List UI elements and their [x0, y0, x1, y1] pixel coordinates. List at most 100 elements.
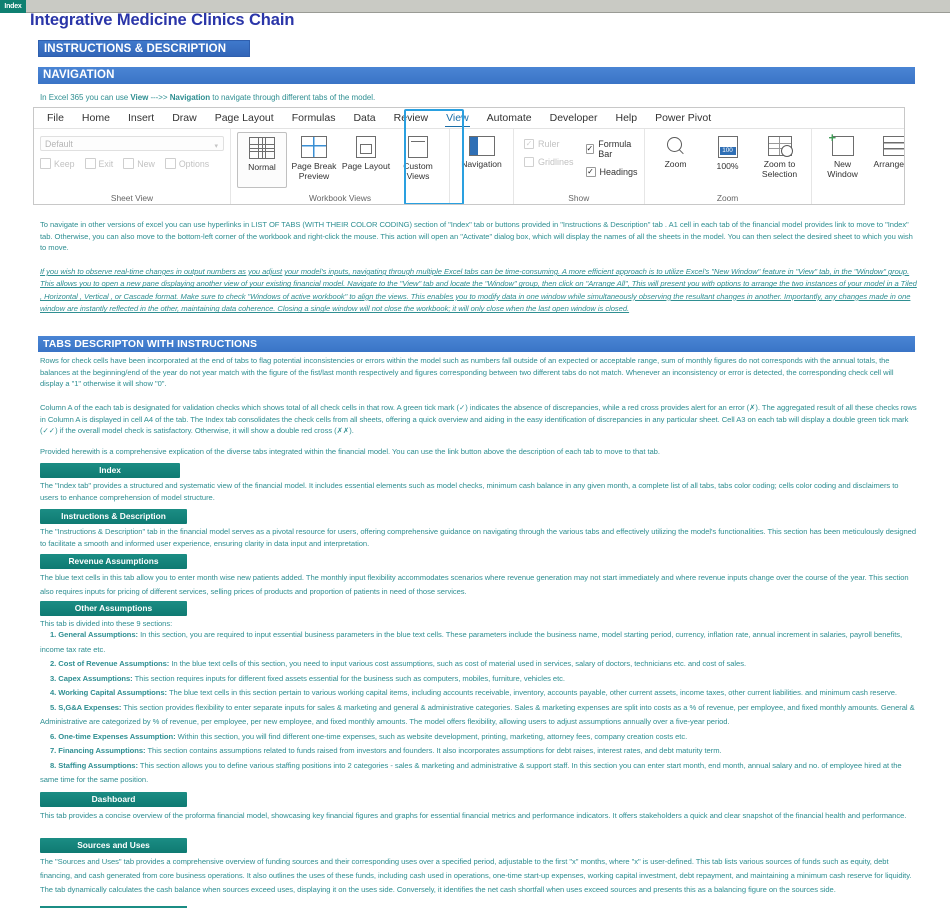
ribbon-tab-insert[interactable]: Insert [119, 108, 163, 128]
ribbon-group-label-zoom: Zoom [716, 193, 739, 203]
index-tab-button[interactable]: Index [0, 0, 26, 13]
ribbon-tab-data[interactable]: Data [344, 108, 384, 128]
arrange-all-icon [882, 136, 904, 156]
tab-link-index[interactable]: Index [40, 463, 180, 478]
section-paragraph-dashboard: This tab provides a concise overview of … [40, 811, 907, 820]
normal-view-button[interactable]: Normal [237, 132, 287, 188]
banner-instructions-description: INSTRUCTIONS & DESCRIPTION [38, 40, 250, 57]
tab-link-sources-and-uses[interactable]: Sources and Uses [40, 838, 187, 853]
ribbon-group-label-sheet-view: Sheet View [110, 193, 154, 203]
show-headings-row[interactable]: ✓ Headings [585, 167, 638, 177]
other-assumptions-item-title: One-time Expenses Assumption: [58, 731, 176, 741]
other-assumptions-item-text: This section contains assumptions relate… [145, 746, 722, 755]
spreadsheet-page: Index Integrative Medicine Clinics Chain… [0, 0, 950, 913]
page-break-preview-button[interactable]: Page Break Preview [289, 132, 339, 181]
other-assumptions-item-text: In the blue text cells of this section, … [169, 659, 747, 668]
sheet-view-exit-button[interactable]: Exit [84, 158, 113, 169]
ribbon-tab-draw[interactable]: Draw [163, 108, 206, 128]
sheet-view-new-button[interactable]: New [123, 158, 155, 169]
page-break-icon [301, 136, 327, 158]
bottom-rule [40, 906, 187, 908]
zoom-to-selection-button[interactable]: Zoom to Selection [755, 132, 805, 179]
ribbon-tab-formulas[interactable]: Formulas [283, 108, 345, 128]
ribbon-tab-developer[interactable]: Developer [541, 108, 607, 128]
sheet-view-select[interactable]: Default ▾ [40, 136, 224, 151]
show-ruler-label: Ruler [538, 139, 560, 149]
ribbon-tab-strip: File Home Insert Draw Page Layout Formulas Dat… [34, 108, 904, 129]
show-headings-label: Headings [599, 167, 638, 177]
magnifier-icon [666, 136, 686, 156]
ribbon-tab-automate[interactable]: Automate [478, 108, 541, 128]
tab-link-other-assumptions[interactable]: Other Assumptions [40, 601, 187, 616]
other-assumptions-item: 7. Financing Assumptions: This section c… [40, 744, 918, 759]
tab-link-instructions-description[interactable]: Instructions & Description [40, 509, 187, 524]
show-ruler-row[interactable]: ✓ Ruler [524, 139, 574, 149]
show-formula-bar-row[interactable]: ✓ Formula Bar [585, 139, 638, 159]
ribbon-tab-page-layout[interactable]: Page Layout [206, 108, 283, 128]
ribbon-group-zoom: Zoom 100% Zoom to Selection Zoom [645, 129, 812, 204]
sheet-view-new-label: New [137, 158, 155, 169]
other-assumptions-item-text: This section provides flexibility to ent… [40, 702, 915, 727]
zoom-to-selection-label: Zoom to Selection [761, 159, 798, 179]
ribbon-tab-help[interactable]: Help [606, 108, 646, 128]
tabs-desc-paragraph-3: Provided herewith is a comprehensive exp… [40, 447, 660, 456]
other-assumptions-item: 2. Cost of Revenue Assumptions: In the b… [40, 657, 918, 672]
chevron-down-icon: ▾ [214, 143, 218, 150]
ribbon-group-show: ✓ Ruler Gridlines ✓ Formula Bar ✓ Headin… [514, 129, 645, 204]
other-assumptions-item-title: Working Capital Assumptions: [58, 688, 168, 697]
ribbon-tab-view[interactable]: View [437, 108, 478, 128]
ribbon-tab-home[interactable]: Home [73, 108, 119, 128]
ribbon-group-window: New Window Arrange All Freeze Panes ˅ [812, 129, 905, 204]
checkbox-ruler-icon: ✓ [524, 139, 534, 149]
navigation-paragraph-2: If you wish to observe real-time changes… [40, 267, 917, 314]
navigation-paragraph-1: To navigate in other versions of excel y… [40, 220, 913, 253]
grid-icon [249, 137, 275, 159]
normal-view-label: Normal [248, 162, 276, 172]
other-assumptions-item-text: In this section, you are required to inp… [40, 630, 903, 654]
show-gridlines-row[interactable]: Gridlines [524, 157, 574, 167]
banner-tabs-description: TABS DESCRIPTON WITH INSTRUCTIONS [38, 336, 915, 352]
zoom-100-icon [717, 136, 738, 158]
navigation-button-label: Navigation [461, 159, 502, 169]
new-window-button[interactable]: New Window [818, 131, 868, 179]
zoom-to-selection-icon [767, 136, 793, 157]
zoom-button[interactable]: Zoom [651, 132, 701, 169]
other-assumptions-item: 4. Working Capital Assumptions: The blue… [40, 686, 918, 701]
arrange-all-label: Arrange All [873, 159, 905, 169]
sheet-view-options-label: Options [178, 158, 210, 169]
section-paragraph-sources-and-uses: The "Sources and Uses" tab provides a co… [40, 857, 912, 894]
checkbox-gridlines-icon [524, 157, 534, 167]
page-layout-label: Page Layout [341, 161, 391, 171]
show-column-right: ✓ Formula Bar ✓ Headings [585, 132, 638, 177]
show-formula-bar-label: Formula Bar [598, 139, 632, 159]
navigation-button[interactable]: Navigation [454, 132, 510, 169]
arrange-all-button[interactable]: Arrange All [870, 132, 905, 169]
other-assumptions-item-title: S,G&A Expenses: [58, 702, 122, 712]
tab-link-dashboard[interactable]: Dashboard [40, 792, 187, 807]
custom-views-button[interactable]: Custom Views [393, 132, 443, 181]
ribbon-tab-review[interactable]: Review [385, 108, 437, 128]
zoom-100-button[interactable]: 100% [703, 132, 753, 171]
ribbon-group-workbook-views: Normal Page Break Preview Page Layout Cu… [231, 129, 450, 204]
other-assumptions-item-text: Within this section, you will find diffe… [175, 731, 688, 741]
tabs-desc-paragraph-2: Column A of the each tab is designated f… [40, 403, 917, 436]
list-options-icon [164, 158, 176, 169]
ribbon-tab-power-pivot[interactable]: Power Pivot [646, 108, 720, 128]
sheet-view-select-value: Default [45, 139, 73, 149]
eye-new-icon [123, 158, 135, 169]
page-layout-button[interactable]: Page Layout [341, 132, 391, 171]
ribbon-tab-file[interactable]: File [38, 108, 73, 128]
page-title: Integrative Medicine Clinics Chain [30, 11, 295, 29]
sheet-view-keep-button[interactable]: Keep [40, 158, 75, 169]
save-icon [40, 158, 51, 169]
ribbon-body: Default ▾ Keep Exit New Options Sheet Vi… [34, 129, 905, 204]
sheet-view-keep-label: Keep [54, 158, 75, 169]
tab-link-revenue-assumptions[interactable]: Revenue Assumptions [40, 554, 187, 569]
page-layout-icon [356, 136, 376, 158]
section-paragraph-index: The "Index tab" provides a structured an… [40, 481, 899, 502]
custom-views-label: Custom Views [403, 161, 433, 181]
sheet-view-options-button[interactable]: Options [164, 158, 210, 169]
eye-exit-icon [84, 158, 96, 169]
zoom-button-label: Zoom [664, 159, 687, 169]
excel-ribbon-screenshot: File Home Insert Draw Page Layout Formulas Dat… [33, 107, 905, 205]
